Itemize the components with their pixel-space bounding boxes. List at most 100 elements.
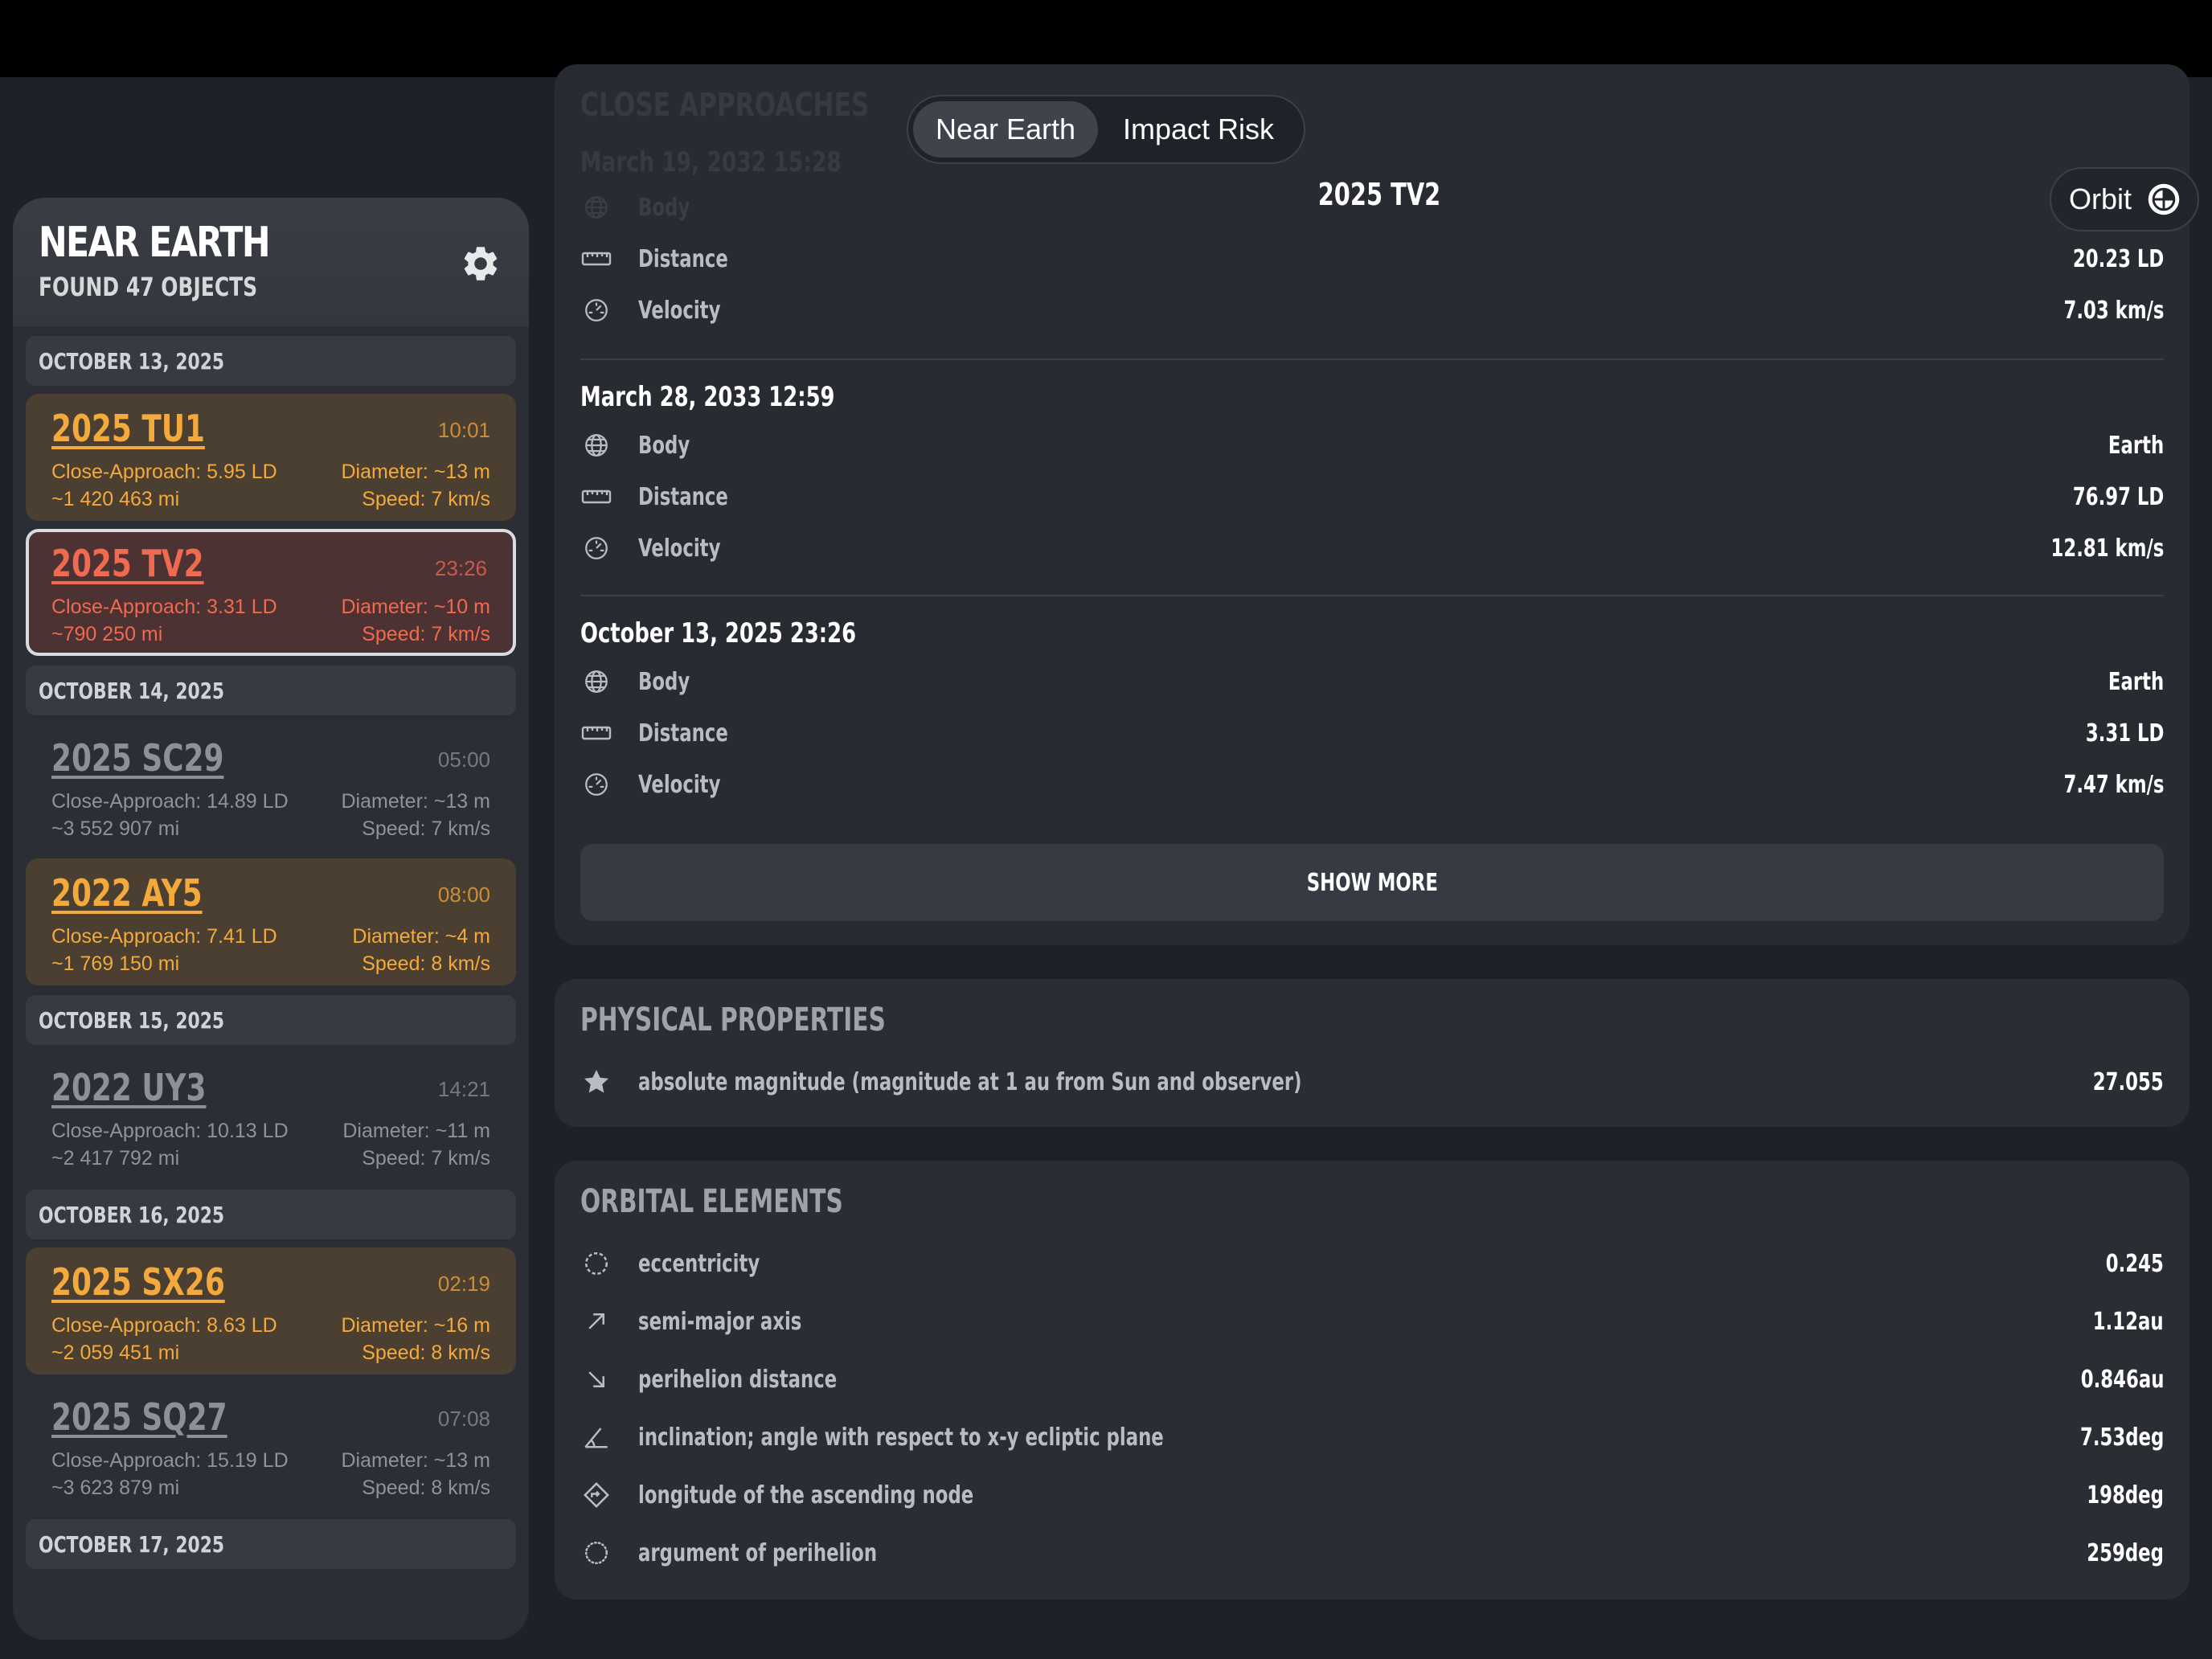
- row-value: 7.53deg: [2079, 1423, 2164, 1452]
- orbital-row: longitude of the ascending node 198deg: [580, 1469, 2164, 1521]
- date-header-label: OCTOBER 17, 2025: [39, 1530, 225, 1558]
- orbit-button-label: Orbit: [2069, 182, 2132, 215]
- row-label: inclination; angle with respect to x-y e…: [638, 1423, 1164, 1452]
- orbit-button[interactable]: Orbit: [2050, 167, 2199, 231]
- close-approach: Close-Approach: 8.63 LD: [51, 1314, 277, 1337]
- diameter: Diameter: ~10 m: [341, 596, 491, 618]
- approach-time: 23:26: [434, 556, 487, 580]
- dotted-circle-icon: [580, 1537, 612, 1569]
- row-label: perihelion distance: [638, 1365, 838, 1394]
- angle-icon: [580, 1421, 612, 1453]
- tab-impact-risk[interactable]: Impact Risk: [1098, 101, 1299, 158]
- approach-time: 08:00: [437, 883, 490, 907]
- object-count: FOUND 47 OBJECTS: [39, 272, 258, 302]
- date-header: OCTOBER 14, 2025: [26, 666, 516, 715]
- ruler-icon: [580, 481, 612, 513]
- date-header-label: OCTOBER 15, 2025: [39, 1006, 225, 1034]
- orbital-elements-card: ORBITAL ELEMENTS eccentricity 0.245 semi…: [555, 1161, 2189, 1600]
- distance-miles: ~2 059 451 mi: [51, 1342, 180, 1364]
- object-name-link[interactable]: 2025 SX26: [51, 1260, 225, 1304]
- distance-miles: ~1 420 463 mi: [51, 488, 180, 510]
- speed: Speed: 7 km/s: [362, 1147, 490, 1169]
- approach-time: 10:01: [437, 418, 490, 442]
- row-label: eccentricity: [638, 1249, 760, 1278]
- approach-date-faded: March 19, 2032 15:28: [580, 146, 842, 178]
- row-label: absolute magnitude (magnitude at 1 au fr…: [638, 1067, 1302, 1096]
- diameter: Diameter: ~11 m: [342, 1120, 490, 1142]
- globe-icon: [580, 191, 612, 223]
- list-title: NEAR EARTH: [39, 219, 271, 267]
- approach-row-velocity: Velocity 7.03 km/s: [580, 285, 2164, 336]
- row-label: longitude of the ascending node: [638, 1481, 974, 1509]
- close-approach: Close-Approach: 3.31 LD: [51, 596, 277, 618]
- speedometer-icon: [580, 294, 612, 326]
- distance-miles: ~790 250 mi: [51, 623, 163, 645]
- speed: Speed: 7 km/s: [362, 623, 490, 645]
- row-value: 7.47 km/s: [2062, 770, 2164, 799]
- row-value: 0.846au: [2080, 1365, 2164, 1394]
- object-name-link[interactable]: 2025 TV2: [51, 542, 204, 585]
- object-name-link[interactable]: 2025 TU1: [51, 407, 205, 450]
- row-label: Velocity: [638, 770, 721, 799]
- orbital-row: inclination; angle with respect to x-y e…: [580, 1411, 2164, 1463]
- row-label: Body: [638, 667, 690, 696]
- row-value: 1.12au: [2093, 1307, 2164, 1336]
- row-label: argument of perihelion: [638, 1538, 878, 1567]
- row-label: Distance: [638, 244, 728, 273]
- approach-row-body: Body Earth: [580, 420, 2164, 471]
- list-item[interactable]: 2025 SQ27 07:08 Close-Approach: 15.19 LD…: [26, 1382, 516, 1509]
- list-item[interactable]: 2022 AY5 08:00 Close-Approach: 7.41 LD Di…: [26, 858, 516, 985]
- section-title: ORBITAL ELEMENTS: [580, 1183, 843, 1220]
- approach-time: 07:08: [437, 1407, 490, 1431]
- property-row: absolute magnitude (magnitude at 1 au fr…: [580, 1056, 2164, 1108]
- list-item[interactable]: 2025 SX26 02:19 Close-Approach: 8.63 LD D…: [26, 1247, 516, 1374]
- diamond-arrow-icon: [580, 1479, 612, 1511]
- row-value: 7.03 km/s: [2062, 296, 2164, 325]
- speed: Speed: 8 km/s: [362, 952, 490, 975]
- arrow-down-right-icon: [580, 1363, 612, 1395]
- object-name-link[interactable]: 2022 UY3: [51, 1066, 206, 1109]
- close-approach: Close-Approach: 10.13 LD: [51, 1120, 289, 1142]
- globe-icon: [580, 429, 612, 461]
- dashed-circle-icon: [580, 1247, 612, 1280]
- gear-icon[interactable]: [460, 243, 502, 285]
- distance-miles: ~1 769 150 mi: [51, 952, 180, 975]
- row-label: Distance: [638, 482, 728, 511]
- tab-near-earth[interactable]: Near Earth: [913, 101, 1098, 158]
- list-item[interactable]: 2025 SC29 05:00 Close-Approach: 14.89 LD…: [26, 723, 516, 850]
- diameter: Diameter: ~13 m: [341, 1449, 491, 1472]
- speedometer-icon: [580, 532, 612, 564]
- speedometer-icon: [580, 768, 612, 801]
- object-name-link[interactable]: 2025 SC29: [51, 736, 223, 780]
- list-header: NEAR EARTH FOUND 47 OBJECTS: [13, 198, 529, 326]
- approach-row-distance: Distance 3.31 LD: [580, 707, 2164, 759]
- row-label: Distance: [638, 719, 728, 748]
- divider: [580, 358, 2164, 360]
- ruler-icon: [580, 717, 612, 749]
- show-more-button[interactable]: SHOW MORE: [580, 844, 2164, 921]
- date-header: OCTOBER 16, 2025: [26, 1190, 516, 1239]
- object-name-link[interactable]: 2025 SQ27: [51, 1395, 227, 1439]
- distance-miles: ~3 552 907 mi: [51, 817, 180, 840]
- list-item[interactable]: 2022 UY3 14:21 Close-Approach: 10.13 LD D…: [26, 1053, 516, 1180]
- distance-miles: ~3 623 879 mi: [51, 1477, 180, 1499]
- list-item[interactable]: 2025 TU1 10:01 Close-Approach: 5.95 LD Di…: [26, 394, 516, 521]
- approach-time: 14:21: [437, 1077, 490, 1101]
- row-value: 259deg: [2087, 1538, 2164, 1567]
- object-name-link[interactable]: 2022 AY5: [51, 871, 203, 915]
- orbital-row: argument of perihelion 259deg: [580, 1527, 2164, 1579]
- mode-segmented-control: Near Earth Impact Risk: [907, 95, 1305, 164]
- row-value: 12.81 km/s: [2050, 534, 2164, 563]
- date-header: OCTOBER 15, 2025: [26, 995, 516, 1045]
- arrow-up-right-icon: [580, 1305, 612, 1337]
- row-label: Velocity: [638, 296, 721, 325]
- speed: Speed: 8 km/s: [362, 1477, 490, 1499]
- row-value: 0.245: [2105, 1249, 2164, 1278]
- ruler-icon: [580, 243, 612, 275]
- list-item-selected[interactable]: 2025 TV2 23:26 Close-Approach: 3.31 LD Di…: [26, 529, 516, 656]
- divider: [580, 595, 2164, 596]
- physical-properties-card: PHYSICAL PROPERTIES absolute magnitude (…: [555, 979, 2189, 1127]
- row-label: Velocity: [638, 534, 721, 563]
- orbital-row: semi-major axis 1.12au: [580, 1296, 2164, 1347]
- row-value: 198deg: [2087, 1481, 2164, 1509]
